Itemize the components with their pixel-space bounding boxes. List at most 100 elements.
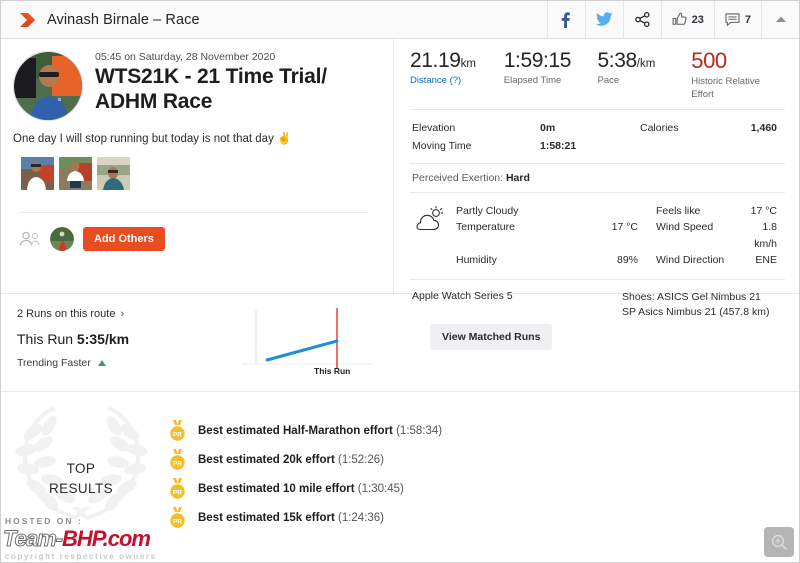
wind-speed-label: Wind Speed — [656, 221, 714, 234]
stat-relative-effort-value: 500 — [691, 48, 727, 73]
stat-row: Moving Time 1:58:21 — [412, 137, 785, 155]
athlete-row: 05:45 on Saturday, 28 November 2020 WTS2… — [13, 51, 379, 121]
pace-trend-sparkline: This Run — [242, 308, 372, 378]
comment-icon — [725, 12, 740, 26]
stat-distance-label[interactable]: Distance (?) — [410, 75, 504, 87]
zoom-in-icon — [771, 534, 787, 550]
this-run-pace-row: This Run 5:35/km — [17, 331, 232, 347]
result-time: (1:58:34) — [396, 424, 443, 437]
gear-block: Apple Watch Series 5 Shoes: ASICS Gel Ni… — [410, 280, 785, 320]
device-name: Apple Watch Series 5 — [412, 289, 513, 302]
svg-text:PR: PR — [173, 460, 182, 467]
weather-grid: Partly Cloudy Feels like 17 °C Temperatu… — [456, 203, 785, 269]
stat-elapsed-time-value: 1:59:15 — [503, 49, 572, 72]
twitter-share-button[interactable] — [584, 1, 623, 38]
weather-block: Partly Cloudy Feels like 17 °C Temperatu… — [410, 193, 785, 279]
chevron-right-icon: › — [120, 308, 125, 320]
this-run-pace: 5:35/km — [76, 331, 130, 347]
top-results-line1: TOP — [66, 461, 96, 477]
temperature-value: 17 °C — [611, 221, 638, 234]
watermark-team-text: Team- — [3, 526, 64, 552]
perceived-exertion-label: Perceived Exertion: — [412, 171, 504, 184]
caret-up-icon — [775, 16, 786, 22]
photo-strip — [21, 157, 379, 190]
list-item[interactable]: PR Best estimated Half-Marathon effort (… — [161, 416, 799, 445]
collapse-button[interactable] — [761, 1, 799, 38]
weather-row: Temperature 17 °C Wind Speed 1.8 km/h — [456, 219, 785, 252]
list-item[interactable]: PR Best estimated 15k effort (1:24:36) — [161, 503, 799, 532]
perceived-exertion-value: Hard — [505, 171, 530, 184]
this-run-label: This Run — [17, 331, 74, 347]
top-results-list: PR Best estimated Half-Marathon effort (… — [161, 398, 799, 560]
photo-thumbnail-2[interactable] — [59, 157, 92, 190]
kudos-button[interactable]: 23 — [660, 1, 714, 38]
activity-title[interactable]: WTS21K - 21 Time Trial/ ADHM Race — [95, 65, 379, 115]
stat-pace-label: Pace — [597, 75, 620, 87]
facebook-icon — [561, 11, 570, 28]
result-text: Best estimated Half-Marathon effort (1:5… — [198, 425, 442, 437]
moving-time-label: Moving Time — [412, 139, 472, 152]
list-item[interactable]: PR Best estimated 20k effort (1:52:26) — [161, 445, 799, 474]
pr-medal-icon: PR — [170, 448, 185, 470]
stat-relative-effort: 500 Historic Relative Effort — [691, 48, 785, 101]
activity-description: One day I will stop running but today is… — [13, 133, 292, 145]
photo-thumbnail-1[interactable] — [21, 157, 54, 190]
facebook-share-button[interactable] — [546, 1, 585, 38]
stat-elapsed-time-label: Elapsed Time — [503, 75, 562, 87]
matched-button-wrap: View Matched Runs — [430, 324, 553, 350]
svg-text:PR: PR — [173, 431, 182, 438]
perceived-exertion: Perceived Exertion: Hard — [410, 164, 785, 192]
teambhp-watermark: HOSTED ON : Team- BHP.com copyright resp… — [1, 516, 201, 562]
activity-main: 05:45 on Saturday, 28 November 2020 WTS2… — [1, 39, 799, 318]
activity-summary-panel: 05:45 on Saturday, 28 November 2020 WTS2… — [1, 39, 393, 293]
comment-count: 7 — [744, 13, 751, 26]
twitter-icon — [595, 12, 613, 26]
group-icon — [19, 231, 40, 246]
avatar[interactable] — [13, 51, 83, 121]
shoes-name[interactable]: Shoes: ASICS Gel Nimbus 21 SP Asics Nimb… — [622, 290, 785, 320]
watermark-hosted-label: HOSTED ON : — [5, 516, 83, 526]
top-results-heading: TOP RESULTS — [49, 459, 113, 498]
result-time: (1:52:26) — [337, 453, 385, 466]
result-time: (1:30:45) — [357, 482, 404, 495]
trending-row: Trending Faster — [17, 357, 232, 369]
view-matched-runs-button[interactable]: View Matched Runs — [430, 324, 553, 350]
wind-speed-value: 1.8 km/h — [754, 221, 777, 250]
weather-condition: Partly Cloudy — [456, 204, 519, 217]
feels-like-value: 17 °C — [750, 204, 777, 217]
weather-condition-value — [566, 203, 638, 220]
stat-elapsed-time: 1:59:15 Elapsed Time — [504, 49, 598, 101]
stat-relative-effort-label: Historic Relative Effort — [691, 76, 760, 100]
comments-button[interactable]: 7 — [713, 1, 761, 38]
svg-text:PR: PR — [173, 489, 182, 496]
route-runs-link[interactable]: 2 Runs on this route › — [17, 308, 232, 320]
activity-stats-panel: 21.19km Distance (?) 1:59:15 Elapsed Tim… — [393, 39, 799, 318]
pr-medal-icon: PR — [170, 419, 185, 441]
matched-runs-info: 2 Runs on this route › This Run 5:35/km … — [17, 308, 232, 369]
add-others-button[interactable]: Add Others — [83, 227, 165, 251]
header-actions: 23 7 — [546, 1, 799, 38]
trending-up-icon — [97, 360, 106, 366]
sparkline-this-run-label: This Run — [314, 366, 351, 376]
stat-distance-value: 21.19km — [410, 49, 476, 72]
watermark-logo: Team- BHP.com — [1, 526, 201, 552]
add-others-row: Add Others — [19, 212, 369, 251]
participant-avatar[interactable] — [50, 227, 74, 251]
photo-thumbnail-3[interactable] — [97, 157, 130, 190]
zoom-in-button[interactable] — [764, 527, 794, 557]
calories-label: Calories — [640, 121, 679, 134]
stat-row: Elevation 0m Calories 1,460 — [412, 119, 785, 137]
result-label: Best estimated 15k effort — [198, 511, 335, 524]
secondary-stats: Elevation 0m Calories 1,460 Moving Time … — [410, 110, 785, 163]
humidity-label: Humidity — [456, 254, 497, 267]
activity-date: 05:45 on Saturday, 28 November 2020 — [95, 51, 276, 63]
list-item[interactable]: PR Best estimated 10 mile effort (1:30:4… — [161, 474, 799, 503]
result-label: Best estimated Half-Marathon effort — [198, 424, 393, 437]
primary-stats: 21.19km Distance (?) 1:59:15 Elapsed Tim… — [410, 48, 785, 109]
share-button[interactable] — [622, 1, 661, 38]
page-title: Avinash Birnale – Race — [47, 11, 200, 28]
top-results-line2: RESULTS — [48, 481, 114, 496]
activity-header: Avinash Birnale – Race 23 7 — [1, 1, 799, 39]
wind-direction-label: Wind Direction — [656, 254, 725, 267]
empty-label — [640, 137, 750, 155]
